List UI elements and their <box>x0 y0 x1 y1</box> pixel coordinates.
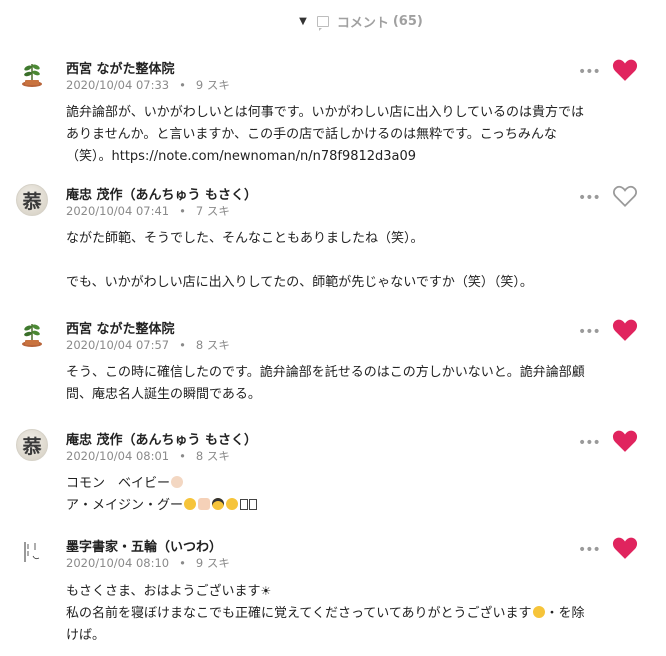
comment-date: 2020/10/04 07:57 <box>66 338 170 352</box>
smile-emoji-icon <box>532 606 545 618</box>
like-count[interactable]: 8 スキ <box>196 449 230 463</box>
like-count[interactable]: 9 スキ <box>196 556 230 570</box>
comment-line: けば。 <box>66 628 106 643</box>
smile-emoji-icon <box>184 498 197 510</box>
like-count[interactable]: 7 スキ <box>196 204 230 218</box>
comment-line: そう、この時に確信したのです。詭弁論部を託せるのはこの方しかいないと。詭弁論部顧 <box>66 365 585 380</box>
missing-glyph-icon <box>249 499 258 510</box>
sun-emoji-icon: ☀ <box>260 584 272 598</box>
heart-filled-icon[interactable] <box>612 58 638 82</box>
comment-line: もさくさま、おはようございます☀ <box>66 580 646 603</box>
missing-glyph-icon <box>240 499 249 510</box>
heart-filled-icon[interactable] <box>612 429 638 453</box>
comment-body: もさくさま、おはようございます☀ 私の名前を寝ぼけまなこでも正確に覚えてくださっ… <box>66 580 646 647</box>
comment-author[interactable]: 墨字書家・五輪（いつわ） <box>66 536 222 555</box>
comment-line: コモン ベイビー <box>66 473 646 495</box>
clap-emoji-icon <box>198 498 211 510</box>
comment-date: 2020/10/04 07:41 <box>66 204 170 218</box>
comment-body: そう、この時に確信したのです。詭弁論部を託せるのはこの方しかいないと。詭弁論部顧… <box>66 362 646 406</box>
comment-meta: 2020/10/04 07:33 • 9 スキ <box>66 78 230 92</box>
comment-line-text: もさくさま、おはようございます <box>66 584 261 599</box>
comment-meta: 2020/10/04 08:01 • 8 スキ <box>66 449 230 463</box>
comment-line: 詭弁論部が、いかがわしいとは何事です。いかがわしい店に出入りしているのは貴方では <box>66 105 585 120</box>
comment-line: でも、いかがわしい店に出入りしてたの、師範が先じゃないですか（笑）（笑）。 <box>66 275 533 290</box>
grin-emoji-icon <box>226 498 239 510</box>
like-count[interactable]: 9 スキ <box>196 78 230 92</box>
comment-author[interactable]: 西宮 ながた整体院 <box>66 318 175 337</box>
baby-emoji-icon <box>171 476 184 488</box>
calligraphy-avatar-icon <box>24 542 40 562</box>
comments-header[interactable]: ▼ コメント (65) <box>0 8 666 34</box>
avatar[interactable]: 菾 <box>16 429 48 461</box>
comment-icon <box>316 15 329 31</box>
plant-avatar-icon <box>22 64 42 87</box>
heart-filled-icon[interactable] <box>612 536 638 560</box>
comment-author[interactable]: 庵忠 茂作（あんちゅう もさく） <box>66 184 257 203</box>
caret-down-icon[interactable]: ▼ <box>299 16 307 27</box>
comment-date: 2020/10/04 08:01 <box>66 449 170 463</box>
comments-count: (65) <box>392 13 423 29</box>
comment-line-tail: ・を除 <box>545 606 585 621</box>
comment-line: ながた師範、そうでした、そんなこともありましたね（笑）。 <box>66 231 424 246</box>
sunglasses-emoji-icon <box>212 498 225 510</box>
comment-line-text: 私の名前を寝ぼけまなこでも正確に覚えてくださっていてありがとうございます <box>66 606 532 621</box>
avatar-glyph: 菾 <box>22 190 42 213</box>
comments-header-label: コメント <box>336 15 389 31</box>
comment-meta: 2020/10/04 07:57 • 8 スキ <box>66 338 230 352</box>
comment-author[interactable]: 西宮 ながた整体院 <box>66 58 175 77</box>
more-dots-icon[interactable]: ••• <box>578 324 601 340</box>
more-dots-icon[interactable]: ••• <box>578 190 601 206</box>
like-count[interactable]: 8 スキ <box>196 338 230 352</box>
comment-date: 2020/10/04 08:10 <box>66 556 170 570</box>
plant-avatar-icon <box>22 324 42 347</box>
comment-line: ありませんか。と言いますか、この手の店で話しかけるのは無粋です。こっちみんな <box>66 127 557 142</box>
avatar[interactable]: 菾 <box>16 184 48 216</box>
comment-meta: 2020/10/04 07:41 • 7 スキ <box>66 204 230 218</box>
comment-body: 詭弁論部が、いかがわしいとは何事です。いかがわしい店に出入りしているのは貴方では… <box>66 102 646 168</box>
more-dots-icon[interactable]: ••• <box>578 64 601 80</box>
more-dots-icon[interactable]: ••• <box>578 542 601 558</box>
heart-outline-icon[interactable] <box>612 184 638 208</box>
comment-date: 2020/10/04 07:33 <box>66 78 170 92</box>
comment-line: ア・メイジン・グー <box>66 495 646 517</box>
comment-line: （笑）。https://note.com/newnoman/n/n78f9812… <box>66 149 417 164</box>
comment-line: 問、庵忠名人誕生の瞬間である。 <box>66 387 261 402</box>
comment-meta: 2020/10/04 08:10 • 9 スキ <box>66 556 230 570</box>
comment-line-text: ア・メイジン・グー <box>66 498 184 513</box>
heart-filled-icon[interactable] <box>612 318 638 342</box>
avatar[interactable] <box>16 58 48 90</box>
avatar[interactable] <box>16 536 48 568</box>
comment-line-text: コモン ベイビー <box>66 476 171 491</box>
avatar[interactable] <box>16 318 48 350</box>
comment-body: コモン ベイビー ア・メイジン・グー <box>66 473 646 517</box>
comment-line: 私の名前を寝ぼけまなこでも正確に覚えてくださっていてありがとうございます ・を除 <box>66 603 646 625</box>
comment-body: ながた師範、そうでした、そんなこともありましたね（笑）。 でも、いかがわしい店に… <box>66 228 646 294</box>
more-dots-icon[interactable]: ••• <box>578 435 601 451</box>
comment-author[interactable]: 庵忠 茂作（あんちゅう もさく） <box>66 429 257 448</box>
avatar-glyph: 菾 <box>22 435 42 458</box>
